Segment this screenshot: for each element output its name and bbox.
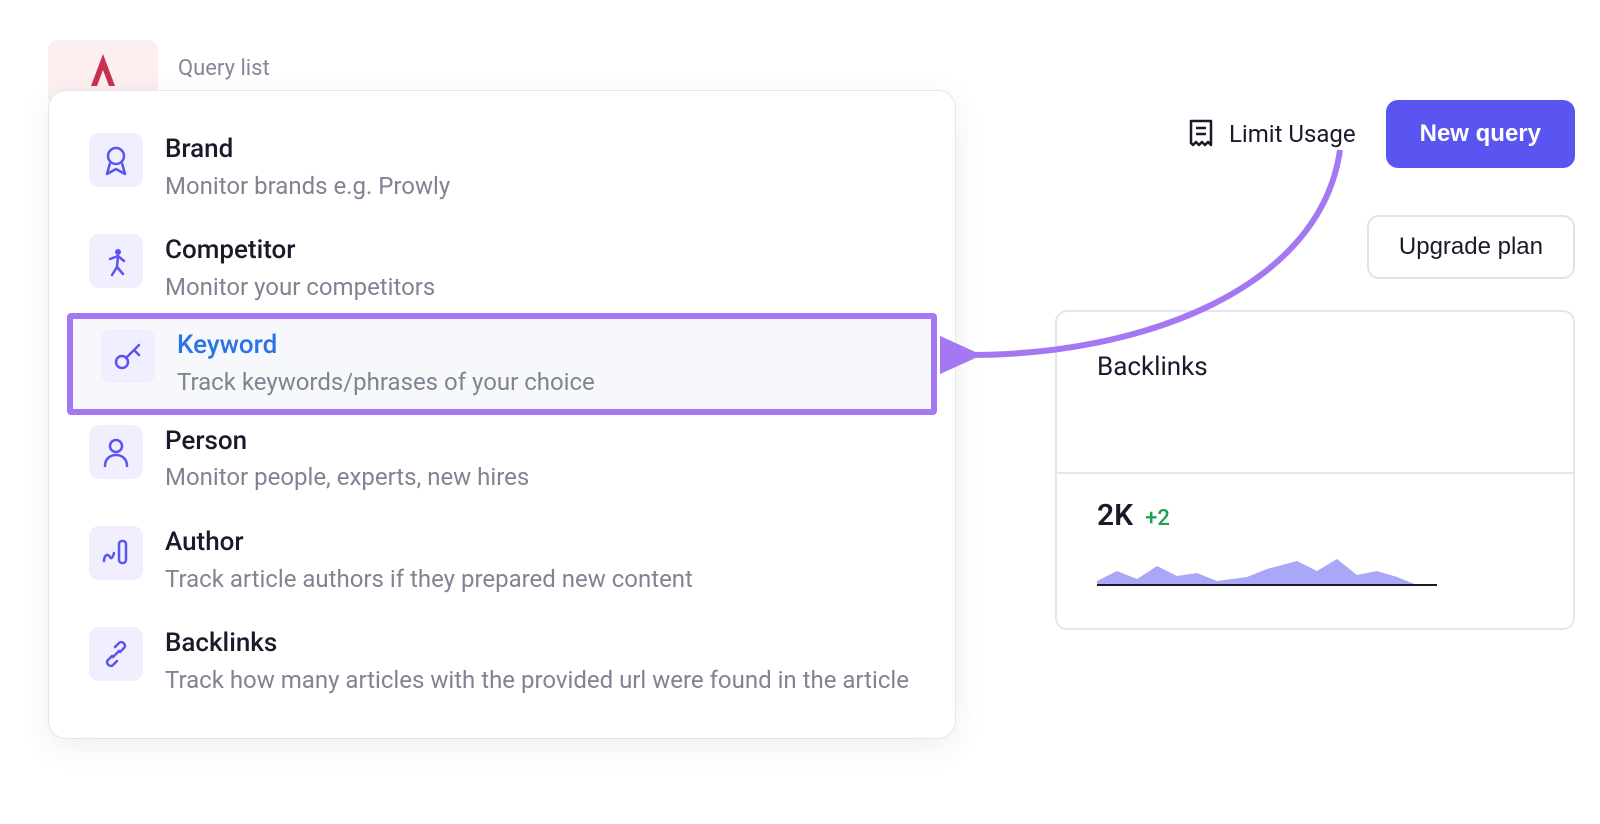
option-title: Keyword [177, 329, 595, 363]
option-keyword[interactable]: Keyword Track keywords/phrases of your c… [67, 313, 937, 414]
backlinks-icon [89, 627, 143, 681]
option-person[interactable]: Person Monitor people, experts, new hire… [49, 409, 955, 510]
person-icon [89, 425, 143, 479]
option-title: Author [165, 526, 693, 560]
sparkline [1097, 541, 1533, 591]
option-title: Brand [165, 133, 450, 167]
query-list-label[interactable]: Query list [178, 56, 270, 81]
competitor-icon [89, 234, 143, 288]
option-title: Competitor [165, 234, 435, 268]
receipt-icon [1187, 118, 1215, 150]
option-desc: Track how many articles with the provide… [165, 664, 909, 696]
card-title: Backlinks [1097, 352, 1533, 382]
new-query-button[interactable]: New query [1386, 100, 1575, 168]
query-type-dropdown: Brand Monitor brands e.g. Prowly Competi… [48, 90, 956, 739]
option-desc: Monitor brands e.g. Prowly [165, 170, 450, 202]
logo-icon [85, 50, 121, 90]
card-divider [1057, 472, 1573, 474]
limit-usage-label: Limit Usage [1229, 120, 1356, 148]
keyword-icon [101, 329, 155, 383]
option-author[interactable]: Author Track article authors if they pre… [49, 510, 955, 611]
limit-usage-link[interactable]: Limit Usage [1187, 118, 1356, 150]
author-icon [89, 526, 143, 580]
option-desc: Track article authors if they prepared n… [165, 563, 693, 595]
metric-row: 2K +2 [1097, 498, 1533, 533]
option-desc: Monitor people, experts, new hires [165, 461, 529, 493]
option-desc: Track keywords/phrases of your choice [177, 366, 595, 398]
metric-delta: +2 [1145, 506, 1170, 531]
upgrade-plan-button[interactable]: Upgrade plan [1367, 215, 1575, 279]
metric-value: 2K [1097, 498, 1133, 533]
brand-icon [89, 133, 143, 187]
option-competitor[interactable]: Competitor Monitor your competitors [49, 218, 955, 319]
option-backlinks[interactable]: Backlinks Track how many articles with t… [49, 611, 955, 712]
option-title: Person [165, 425, 529, 459]
option-title: Backlinks [165, 627, 909, 661]
option-desc: Monitor your competitors [165, 271, 435, 303]
option-brand[interactable]: Brand Monitor brands e.g. Prowly [49, 117, 955, 218]
header-actions: Limit Usage New query [1187, 100, 1575, 168]
backlinks-card: Backlinks 2K +2 [1055, 310, 1575, 630]
